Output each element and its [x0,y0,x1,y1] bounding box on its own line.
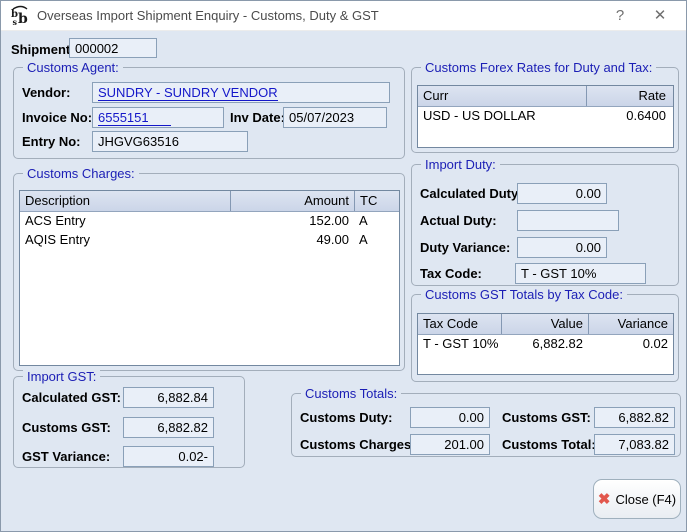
table-row[interactable]: USD - US DOLLAR 0.6400 [418,107,673,126]
title-bar: b s b Overseas Import Shipment Enquiry -… [1,1,686,31]
forex-rates-table: Curr Rate USD - US DOLLAR 0.6400 [417,85,674,148]
close-x-icon: ✖ [598,492,611,507]
customs-gst-total-field[interactable]: 6,882.82 [594,407,675,428]
import-duty-group-title: Import Duty: [421,157,500,172]
forex-rate-cell: 0.6400 [586,107,671,126]
customs-charges-group-title: Customs Charges: [23,166,139,181]
customs-duty-field[interactable]: 0.00 [410,407,490,428]
import-gst-group: Import GST: Calculated GST: 6,882.84 Cus… [13,376,245,468]
gst-variance-cell: 0.02 [588,335,673,354]
gst-totals-group-title: Customs GST Totals by Tax Code: [421,287,627,302]
table-row[interactable]: ACS Entry 152.00 A [20,212,399,231]
close-button-label: Close (F4) [615,492,676,507]
customs-agent-group: Customs Agent: Vendor: SUNDRY - SUNDRY V… [13,67,405,159]
charge-tc-cell: A [354,231,399,250]
forex-rates-group: Customs Forex Rates for Duty and Tax: Cu… [411,67,679,153]
calculated-gst-field[interactable]: 6,882.84 [123,387,214,408]
window-title: Overseas Import Shipment Enquiry - Custo… [37,8,600,23]
customs-charges-label: Customs Charges: [300,437,416,452]
customs-charges-field[interactable]: 201.00 [410,434,490,455]
svg-text:s: s [13,17,18,27]
table-row[interactable]: AQIS Entry 49.00 A [20,231,399,250]
gst-col-variance: Variance [588,314,673,334]
charges-col-description: Description [20,191,230,211]
charge-description-cell: ACS Entry [20,212,230,231]
inv-date-field[interactable]: 05/07/2023 [283,107,387,128]
import-gst-group-title: Import GST: [23,369,100,384]
charge-amount-cell: 49.00 [230,231,354,250]
gst-table-header: Tax Code Value Variance [418,314,673,335]
customs-charges-group: Customs Charges: Description Amount TC A… [13,173,405,371]
forex-col-rate: Rate [586,86,671,106]
gst-col-value: Value [501,314,588,334]
invoice-no-label: Invoice No: [22,110,92,125]
gst-tax-code-cell: T - GST 10% [418,335,501,354]
gst-variance-label: GST Variance: [22,449,110,464]
shipment-field[interactable]: 000002 [69,38,157,58]
charges-table-header: Description Amount TC [20,191,399,212]
gst-value-cell: 6,882.82 [501,335,588,354]
forex-rates-group-title: Customs Forex Rates for Duty and Tax: [421,60,656,75]
customs-agent-group-title: Customs Agent: [23,60,123,75]
charges-col-tc: TC [354,191,399,211]
calculated-duty-label: Calculated Duty: [420,186,523,201]
gst-col-tax-code: Tax Code [418,314,501,334]
forex-col-curr: Curr [418,86,586,106]
import-duty-group: Import Duty: Calculated Duty: 0.00 Actua… [411,164,679,286]
actual-duty-label: Actual Duty: [420,213,497,228]
customs-totals-group-title: Customs Totals: [301,386,401,401]
duty-variance-label: Duty Variance: [420,240,510,255]
customs-duty-label: Customs Duty: [300,410,392,425]
forex-curr-cell: USD - US DOLLAR [418,107,586,126]
entry-no-field[interactable]: JHGVG63516 [92,131,248,152]
tax-code-field[interactable]: T - GST 10% [515,263,646,284]
gst-totals-group: Customs GST Totals by Tax Code: Tax Code… [411,294,679,382]
app-logo-icon: b s b [9,5,31,27]
svg-text:b: b [18,11,28,27]
customs-gst-field[interactable]: 6,882.82 [123,417,214,438]
customs-totals-group: Customs Totals: Customs Duty: 0.00 Custo… [291,393,681,457]
dialog-window: b s b Overseas Import Shipment Enquiry -… [0,0,687,532]
shipment-label: Shipment: [11,42,75,57]
entry-no-label: Entry No: [22,134,81,149]
customs-gst-total-label: Customs GST: [502,410,591,425]
customs-total-field[interactable]: 7,083.82 [594,434,675,455]
window-close-button[interactable]: ✕ [640,2,680,30]
gst-totals-table: Tax Code Value Variance T - GST 10% 6,88… [417,313,674,375]
forex-table-header: Curr Rate [418,86,673,107]
customs-gst-label: Customs GST: [22,420,111,435]
vendor-label: Vendor: [22,85,70,100]
invoice-no-field[interactable]: 6555151 [92,107,224,128]
invoice-no-link[interactable]: 6555151 [98,110,171,126]
charge-tc-cell: A [354,212,399,231]
gst-variance-field[interactable]: 0.02- [123,446,214,467]
charges-col-amount: Amount [230,191,354,211]
customs-total-label: Customs Total: [502,437,596,452]
calculated-gst-label: Calculated GST: [22,390,121,405]
help-button[interactable]: ? [600,2,640,30]
actual-duty-field[interactable] [517,210,619,231]
customs-charges-table: Description Amount TC ACS Entry 152.00 A… [19,190,400,366]
duty-variance-field[interactable]: 0.00 [517,237,607,258]
close-button[interactable]: ✖ Close (F4) [593,479,681,519]
vendor-field[interactable]: SUNDRY - SUNDRY VENDOR [92,82,390,103]
tax-code-label: Tax Code: [420,266,482,281]
charge-description-cell: AQIS Entry [20,231,230,250]
table-row[interactable]: T - GST 10% 6,882.82 0.02 [418,335,673,354]
vendor-link[interactable]: SUNDRY - SUNDRY VENDOR [98,85,278,101]
inv-date-label: Inv Date: [230,110,285,125]
calculated-duty-field[interactable]: 0.00 [517,183,607,204]
charge-amount-cell: 152.00 [230,212,354,231]
